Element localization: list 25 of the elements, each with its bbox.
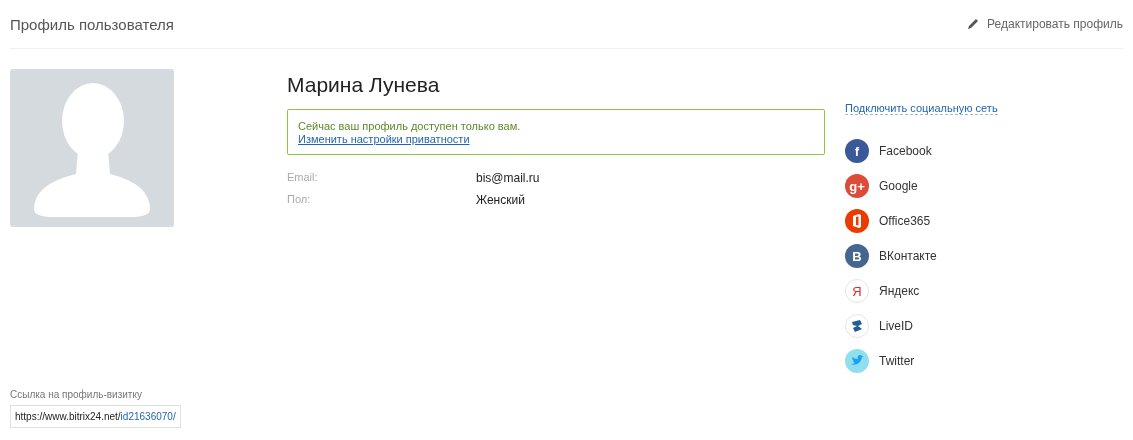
field-value: bis@mail.ru [476, 171, 540, 185]
social-network-name[interactable]: Office365 [879, 214, 931, 228]
social-network-name[interactable]: Google [879, 179, 918, 193]
bird-icon[interactable] [845, 349, 869, 373]
social-network-name[interactable]: LiveID [879, 319, 913, 333]
social-icon[interactable]: Я [845, 279, 869, 303]
social-network-name[interactable]: Facebook [879, 144, 932, 158]
card-link-label: Ссылка на профиль-визитку [10, 389, 142, 400]
edit-profile-link[interactable]: Редактировать профиль [967, 17, 1123, 31]
social-network-name[interactable]: Яндекс [879, 284, 920, 298]
profile-url-field[interactable]: https://www.bitrix24.net/id21636070/ [10, 405, 181, 428]
social-icon[interactable]: g+ [845, 174, 869, 198]
page-title: Профиль пользователя [10, 15, 174, 33]
field-label: Email: [287, 171, 319, 185]
social-icon[interactable]: B [845, 244, 869, 268]
privacy-message: Сейчас ваш профиль доступен только вам. [298, 120, 521, 132]
social-network-name[interactable]: Twitter [879, 354, 915, 368]
connect-social-link[interactable]: Подключить социальную сеть [845, 102, 998, 115]
social-icon[interactable]: f [845, 139, 869, 163]
pencil-icon [967, 18, 980, 30]
privacy-settings-link[interactable]: Изменить настройки приватности [298, 133, 470, 145]
social-network-name[interactable]: ВКонтакте [879, 249, 937, 263]
field-value: Женский [476, 193, 525, 207]
user-name: Марина Лунева [287, 73, 441, 97]
field-label: Пол: [287, 193, 312, 207]
